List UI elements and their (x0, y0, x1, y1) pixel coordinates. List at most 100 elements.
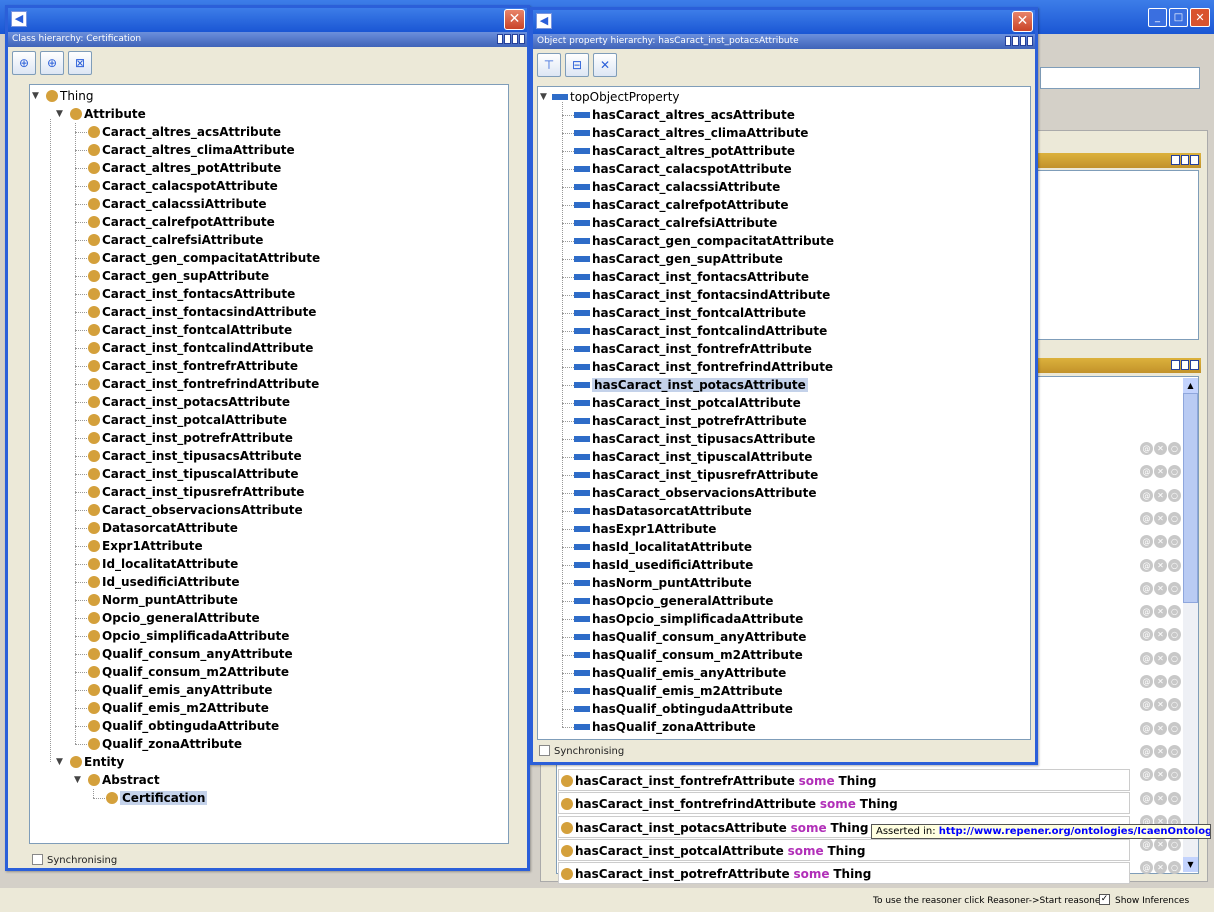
attribute-toggle[interactable]: ▼ (56, 109, 63, 119)
tree-node-property[interactable]: hasCaract_inst_potcalAttribute (574, 394, 801, 412)
tree-node-property[interactable]: hasCaract_altres_climaAttribute (574, 124, 808, 142)
class-sync-checkbox[interactable] (32, 854, 43, 865)
tree-node-property[interactable]: hasCaract_inst_fontacsindAttribute (574, 286, 830, 304)
tree-node-attribute-child[interactable]: Caract_inst_fontcalindAttribute (88, 339, 313, 357)
edit-icon[interactable]: ○ (1168, 791, 1181, 805)
edit-icon[interactable]: ○ (1168, 558, 1181, 572)
tree-node-attribute-child[interactable]: Caract_calacssiAttribute (88, 195, 267, 213)
prop-window-close-button[interactable]: ✕ (1012, 11, 1033, 32)
tree-node-property[interactable]: hasDatasorcatAttribute (574, 502, 752, 520)
tree-node-attribute-child[interactable]: Caract_inst_tipuscalAttribute (88, 465, 299, 483)
tree-node-attribute-child[interactable]: Caract_inst_fontacsAttribute (88, 285, 295, 303)
tree-node-property[interactable]: hasCaract_calrefsiAttribute (574, 214, 777, 232)
show-inferences-checkbox[interactable]: ✓ (1099, 894, 1110, 905)
thing-toggle[interactable]: ▼ (32, 91, 39, 101)
delete-icon[interactable]: ✕ (1154, 442, 1167, 455)
tree-node-thing[interactable]: Thing (46, 87, 94, 105)
tree-node-attribute-child[interactable]: Caract_inst_fontacsindAttribute (88, 303, 316, 321)
tree-node-property[interactable]: hasCaract_inst_tipuscalAttribute (574, 448, 812, 466)
search-input[interactable] (1040, 67, 1200, 89)
tree-node-attribute-child[interactable]: Caract_inst_tipusacsAttribute (88, 447, 302, 465)
entity-toggle[interactable]: ▼ (56, 757, 63, 767)
class-window-close-button[interactable]: ✕ (504, 9, 525, 30)
tree-node-property[interactable]: hasCaract_calacssiAttribute (574, 178, 780, 196)
tree-node-attribute-child[interactable]: Caract_gen_supAttribute (88, 267, 269, 285)
delete-icon[interactable]: ✕ (1154, 605, 1167, 619)
tree-node-property[interactable]: hasCaract_gen_compacitatAttribute (574, 232, 834, 250)
tree-node-property[interactable]: hasCaract_inst_fontcalindAttribute (574, 322, 827, 340)
maximize-button[interactable]: □ (1169, 8, 1188, 27)
annotate-icon[interactable]: @ (1140, 465, 1153, 479)
delete-icon[interactable]: ✕ (1154, 628, 1167, 642)
tree-node-attribute-child[interactable]: Id_usedificiAttribute (88, 573, 240, 591)
annotate-icon[interactable]: @ (1140, 698, 1153, 712)
delete-icon[interactable]: ✕ (1154, 535, 1167, 549)
tree-node-attribute-child[interactable]: Caract_inst_potacsAttribute (88, 393, 290, 411)
edit-icon[interactable]: ○ (1168, 488, 1181, 502)
delete-icon[interactable]: ✕ (1154, 651, 1167, 665)
tree-node-abstract[interactable]: Abstract (88, 771, 160, 789)
annotate-icon[interactable]: @ (1140, 628, 1153, 642)
edit-icon[interactable]: ○ (1168, 744, 1181, 758)
delete-icon[interactable]: ✕ (1154, 838, 1167, 852)
tree-node-attribute-child[interactable]: Opcio_simplificadaAttribute (88, 627, 289, 645)
tree-node-property[interactable]: hasNorm_puntAttribute (574, 574, 752, 592)
tree-node-attribute-child[interactable]: Caract_calacspotAttribute (88, 177, 278, 195)
tree-node-attribute-child[interactable]: Caract_inst_potrefrAttribute (88, 429, 293, 447)
abstract-toggle[interactable]: ▼ (74, 775, 81, 785)
tree-node-attribute-child[interactable]: Id_localitatAttribute (88, 555, 238, 573)
add-sub-property-button[interactable]: ⊤ (537, 53, 561, 77)
tree-node-attribute-child[interactable]: Caract_inst_fontcalAttribute (88, 321, 292, 339)
annotate-icon[interactable]: @ (1140, 558, 1153, 572)
tree-node-property[interactable]: hasQualif_emis_anyAttribute (574, 664, 786, 682)
tree-node-property[interactable]: hasQualif_consum_anyAttribute (574, 628, 806, 646)
delete-class-button[interactable]: ⊠ (68, 51, 92, 75)
axiom-row[interactable]: hasCaract_inst_fontrefrindAttribute some… (558, 792, 1130, 815)
tree-node-attribute-child[interactable]: Qualif_consum_anyAttribute (88, 645, 293, 663)
annotate-icon[interactable]: @ (1140, 488, 1153, 502)
delete-icon[interactable]: ✕ (1154, 721, 1167, 735)
tree-node-attribute-child[interactable]: Qualif_consum_m2Attribute (88, 663, 289, 681)
prop-sync-checkbox[interactable] (539, 745, 550, 756)
edit-icon[interactable]: ○ (1168, 465, 1181, 479)
tree-node-property[interactable]: hasQualif_consum_m2Attribute (574, 646, 803, 664)
delete-icon[interactable]: ✕ (1154, 768, 1167, 782)
edit-icon[interactable]: ○ (1168, 581, 1181, 595)
delete-icon[interactable]: ✕ (1154, 558, 1167, 572)
tree-node-property[interactable]: hasCaract_inst_potrefrAttribute (574, 412, 807, 430)
edit-icon[interactable]: ○ (1168, 721, 1181, 735)
tree-node-attribute-child[interactable]: Qualif_zonaAttribute (88, 735, 242, 753)
tree-node-attribute-child[interactable]: Caract_gen_compacitatAttribute (88, 249, 320, 267)
tree-node-property[interactable]: hasCaract_inst_fontcalAttribute (574, 304, 806, 322)
add-subclass-button[interactable]: ⊕ (12, 51, 36, 75)
delete-icon[interactable]: ✕ (1154, 511, 1167, 525)
annotate-icon[interactable]: @ (1140, 675, 1153, 688)
edit-icon[interactable]: ○ (1168, 511, 1181, 525)
delete-icon[interactable]: ✕ (1154, 465, 1167, 479)
edit-icon[interactable]: ○ (1168, 442, 1181, 455)
edit-icon[interactable]: ○ (1168, 698, 1181, 712)
tree-node-attribute[interactable]: Attribute (70, 105, 146, 123)
tree-node-attribute-child[interactable]: Opcio_generalAttribute (88, 609, 260, 627)
tree-node-property[interactable]: hasCaract_calrefpotAttribute (574, 196, 789, 214)
edit-icon[interactable]: ○ (1168, 605, 1181, 619)
tree-node-entity[interactable]: Entity (70, 753, 124, 771)
tree-node-attribute-child[interactable]: Caract_inst_fontrefrAttribute (88, 357, 298, 375)
tree-node-attribute-child[interactable]: Qualif_emis_m2Attribute (88, 699, 269, 717)
tree-node-attribute-child[interactable]: Qualif_emis_anyAttribute (88, 681, 272, 699)
tree-node-certification[interactable]: Certification (106, 789, 208, 807)
edit-icon[interactable]: ○ (1168, 768, 1181, 782)
main-close-button[interactable]: ✕ (1190, 8, 1210, 27)
annotate-icon[interactable]: @ (1140, 651, 1153, 665)
tree-node-property[interactable]: hasCaract_inst_potacsAttribute (574, 376, 808, 394)
scroll-up-button[interactable]: ▲ (1183, 378, 1198, 393)
axiom-row[interactable]: hasCaract_inst_potcalAttribute some Thin… (558, 838, 1130, 861)
tree-node-attribute-child[interactable]: Caract_calrefpotAttribute (88, 213, 275, 231)
annotate-icon[interactable]: @ (1140, 744, 1153, 758)
add-sibling-button[interactable]: ⊕ (40, 51, 64, 75)
tree-node-property[interactable]: hasId_localitatAttribute (574, 538, 752, 556)
tree-node-property[interactable]: hasOpcio_simplificadaAttribute (574, 610, 803, 628)
tree-node-attribute-child[interactable]: Caract_altres_climaAttribute (88, 141, 295, 159)
axiom-row[interactable]: hasCaract_inst_potrefrAttribute some Thi… (558, 862, 1130, 885)
tree-node-attribute-child[interactable]: Caract_altres_acsAttribute (88, 123, 281, 141)
